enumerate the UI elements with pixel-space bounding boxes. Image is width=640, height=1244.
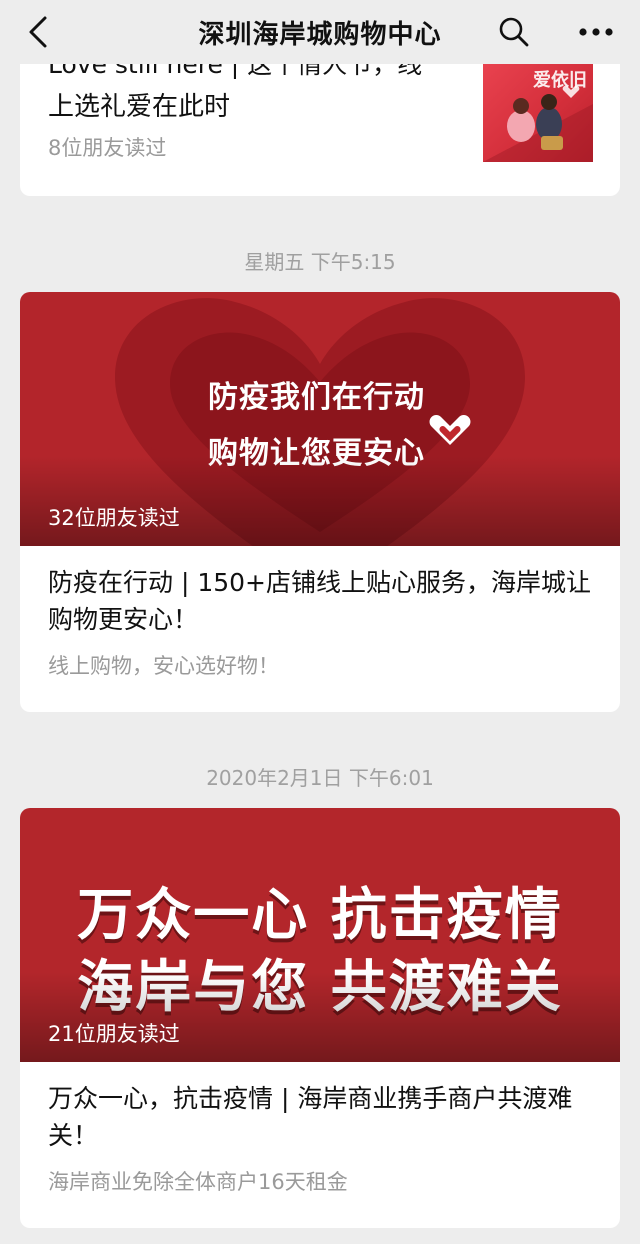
article-title: 万众一心，抗击疫情 | 海岸商业携手商户共渡难关！ [48, 1084, 573, 1150]
article-title-line1-clipped: Love still here | 这个情人节，线 [48, 64, 423, 79]
search-icon [499, 17, 529, 47]
couple-illustration-icon [483, 85, 593, 162]
article-card[interactable]: 万众一心 抗击疫情 海岸与您 共渡难关 21位朋友读过 万众一心，抗击疫情 | … [20, 808, 620, 1228]
article-digest: 线上购物，安心选好物！ [48, 654, 279, 678]
article-title: 防疫在行动 | 150+店铺线上贴心服务，海岸城让购物更安心！ [48, 568, 591, 634]
page-title: 深圳海岸城购物中心 [198, 19, 442, 50]
friends-read-count: 32位朋友读过 [48, 506, 180, 530]
nav-bar: 深圳海岸城购物中心 [0, 0, 640, 64]
cover-gradient [20, 972, 620, 1062]
article-cover: 防疫我们在行动 购物让您更安心 32位朋友读过 [20, 292, 620, 546]
friends-read-count: 8位朋友读过 [48, 136, 167, 160]
chevron-left-icon [29, 16, 47, 48]
timestamp: 星期五 下午5:15 [244, 250, 396, 274]
article-thumbnail: 爱依旧 [483, 64, 593, 162]
friends-read-count: 21位朋友读过 [48, 1022, 180, 1046]
more-button[interactable] [572, 12, 620, 52]
article-card[interactable]: 防疫我们在行动 购物让您更安心 32位朋友读过 防疫在行动 | 150+店铺线上… [20, 292, 620, 712]
article-cover: 万众一心 抗击疫情 海岸与您 共渡难关 21位朋友读过 [20, 808, 620, 1062]
more-icon [579, 28, 613, 36]
cover-headline-line1: 防疫我们在行动 [208, 380, 425, 415]
article-title-line2: 上选礼爱在此时 [48, 92, 231, 122]
cover-headline-line1: 万众一心 抗击疫情 [77, 883, 563, 948]
back-button[interactable] [20, 14, 56, 50]
timestamp: 2020年2月1日 下午6:01 [206, 766, 434, 790]
cover-gradient [20, 456, 620, 546]
search-button[interactable] [494, 12, 534, 52]
article-digest: 海岸商业免除全体商户16天租金 [48, 1170, 348, 1194]
